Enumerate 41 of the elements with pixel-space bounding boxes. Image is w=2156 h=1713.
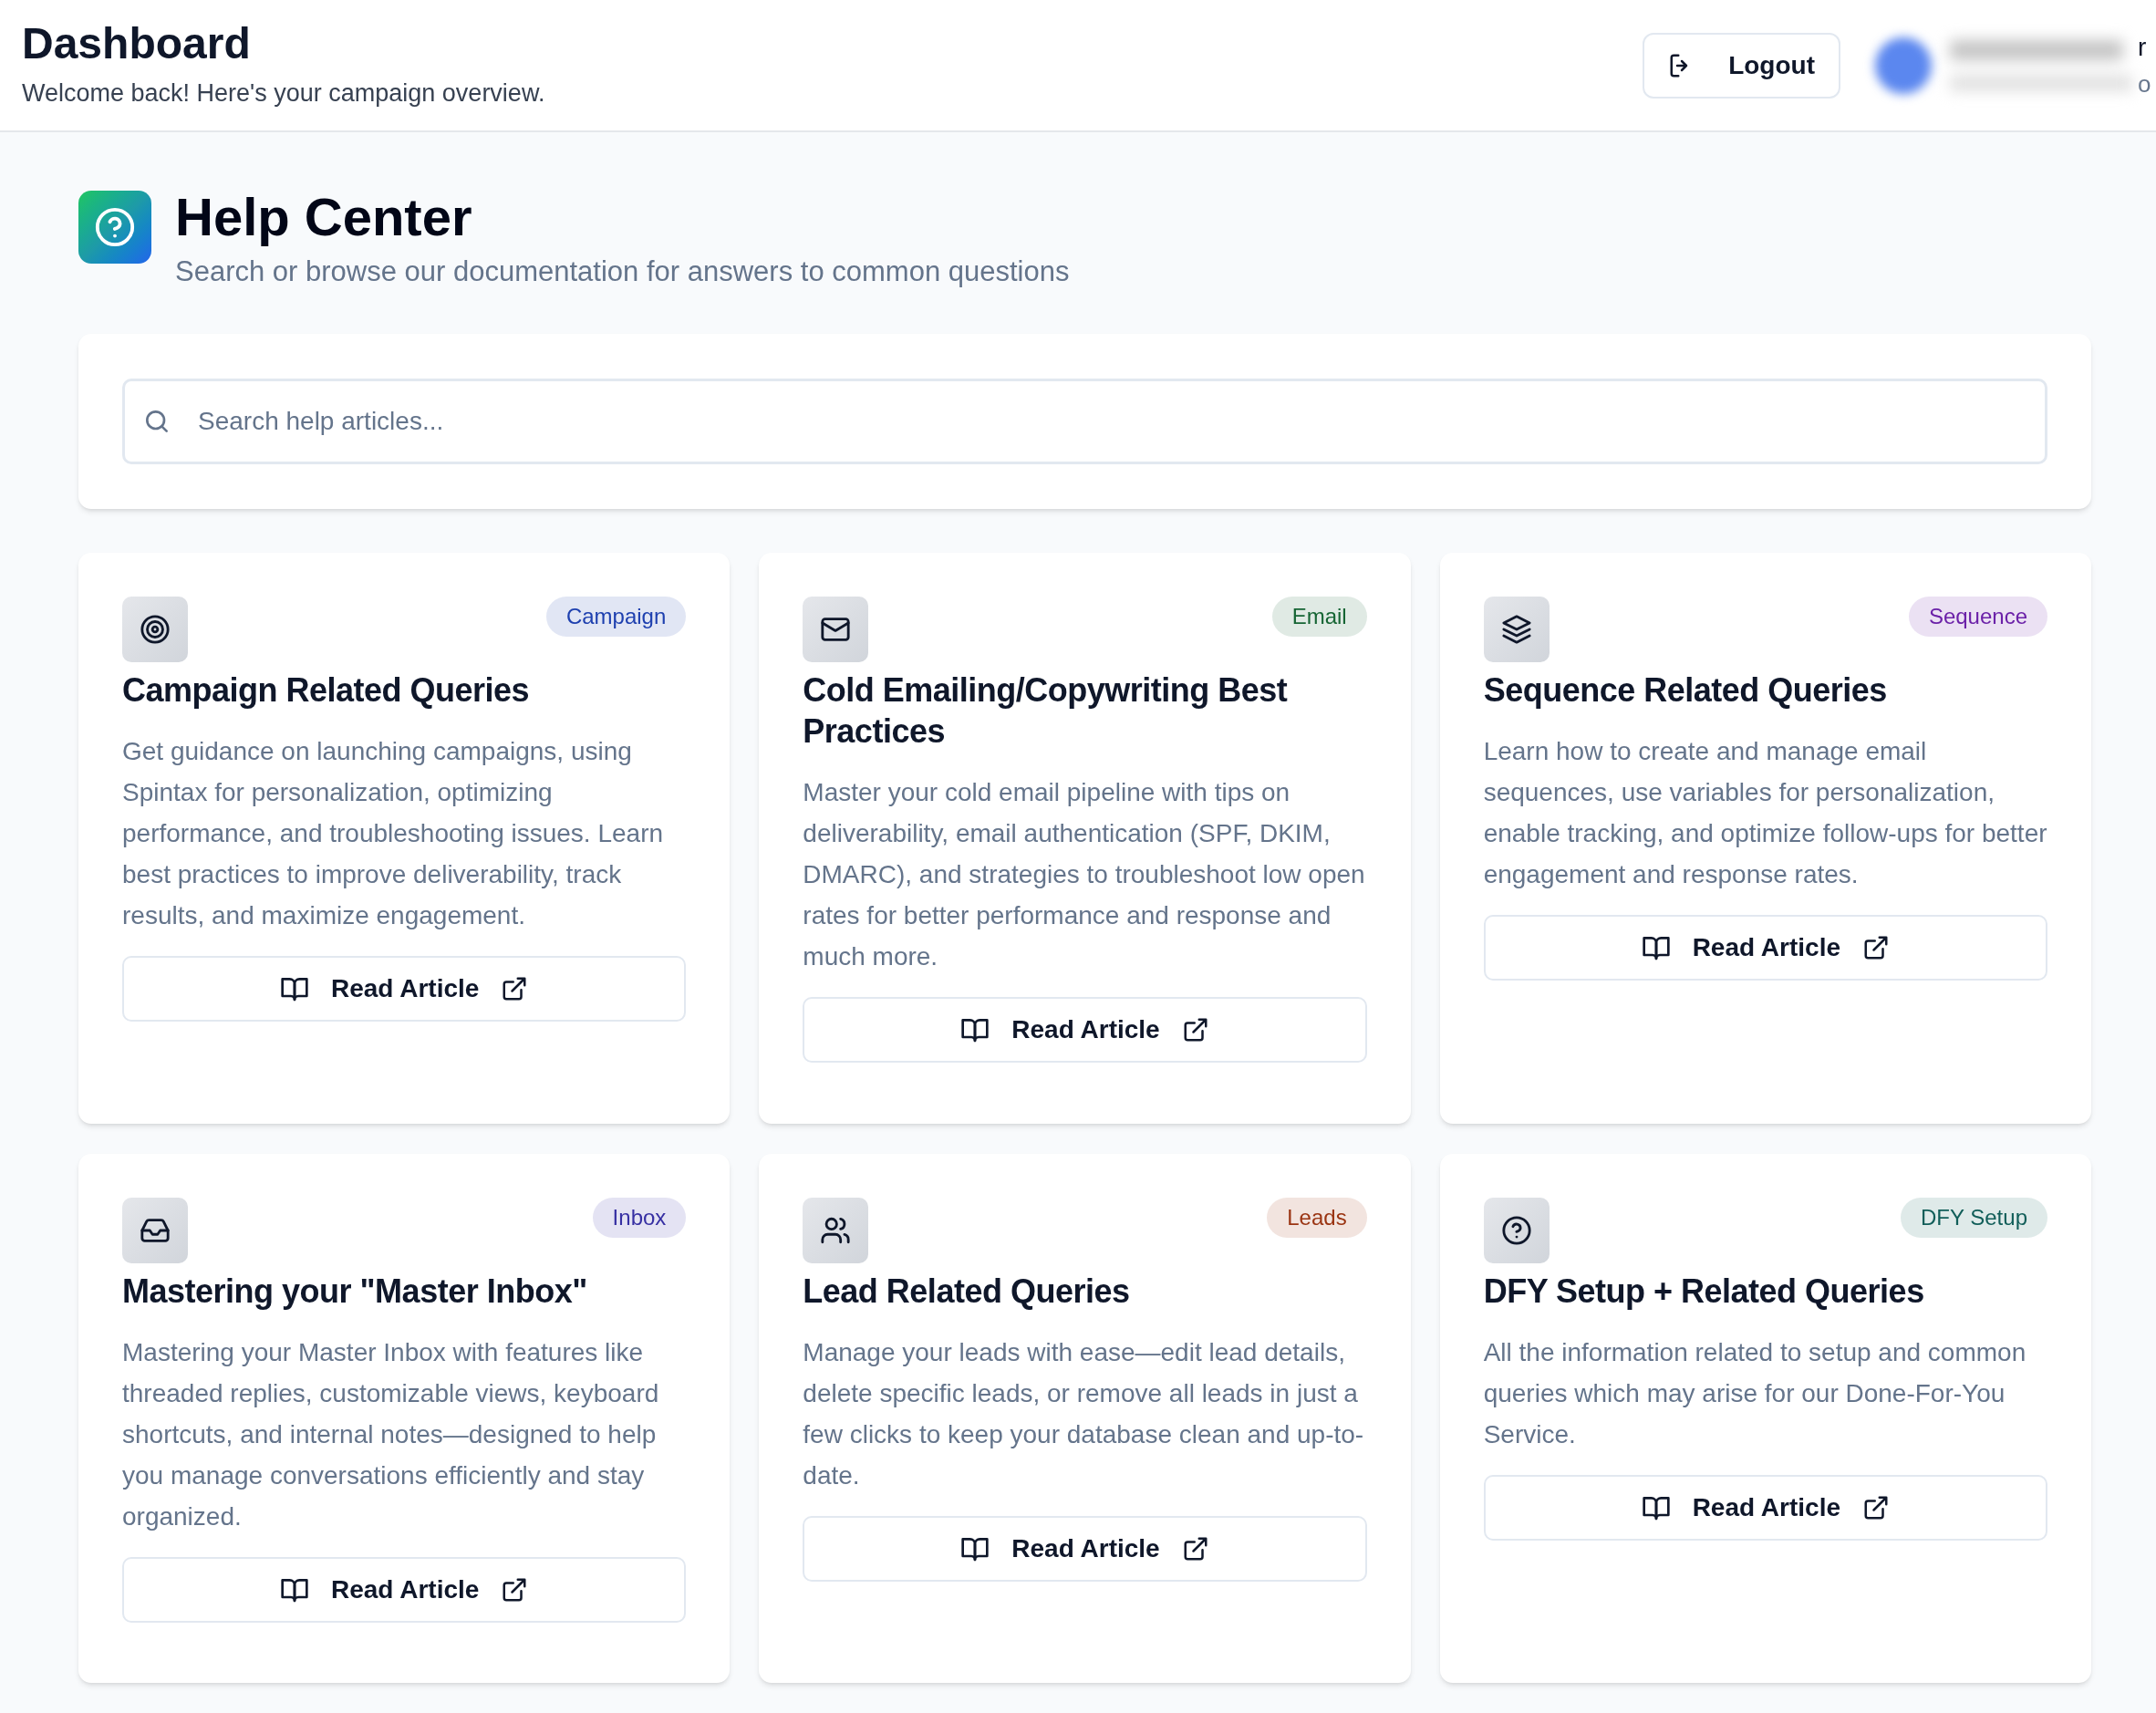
page-subtitle: Welcome back! Here's your campaign overview. — [22, 78, 545, 109]
article-title: Cold Emailing/Copywriting Best Practices — [803, 670, 1289, 752]
external-link-icon — [1862, 1493, 1890, 1521]
external-link-icon — [501, 1575, 529, 1604]
read-article-button[interactable]: Read Article — [1483, 1474, 2047, 1541]
external-link-icon — [1862, 933, 1890, 961]
blurred-avatar — [1875, 36, 1932, 94]
article-description: Mastering your Master Inbox with features like threaded replies, customizable views, keyboard shortcuts, and internal notes—designed to help you manage conversations efficiently and stay organized. — [122, 1336, 660, 1532]
article-description: Master your cold email pipeline with tips on deliverability, email authentication (SPF, DKIM, DMARC), and strategies to troubleshoot low open rates for better performance and response and much more. — [803, 776, 1366, 972]
article-description: Learn how to create and manage email sequences, use variables for personalization, enable tracking, and optimize follow-ups for better engagement and response rates. — [1483, 735, 2047, 890]
article-description: Get guidance on launching campaigns, using Spintax for personalization, optimizing performance, and troubleshooting issues. Learn best practices to improve deliverability, track results, and maximize engagement. — [122, 735, 665, 931]
help-center-title: Help Center — [175, 187, 473, 247]
category-badge: Campaign — [545, 596, 687, 637]
read-article-button[interactable]: Read Article — [122, 955, 687, 1022]
external-link-icon — [501, 974, 529, 1002]
help-icon — [94, 206, 136, 248]
target-icon — [140, 613, 171, 645]
article-title: DFY Setup + Related Queries — [1483, 1271, 1925, 1312]
article-title: Lead Related Queries — [803, 1271, 1131, 1312]
user-email: o — [2138, 68, 2152, 99]
category-badge: Sequence — [1908, 596, 2047, 637]
category-badge: DFY Setup — [1901, 1197, 2047, 1238]
layers-icon — [1500, 613, 1532, 645]
read-article-button[interactable]: Read Article — [803, 996, 1367, 1063]
read-article-button[interactable]: Read Article — [803, 1515, 1367, 1582]
category-badge: Inbox — [592, 1197, 687, 1238]
article-title: Sequence Related Queries — [1483, 670, 1888, 711]
help-center-subtitle: Search or browse our documentation for answers to common questions — [175, 254, 1070, 289]
user-name: r — [2138, 31, 2148, 63]
category-badge: Leads — [1267, 1197, 1367, 1238]
logout-button[interactable]: Logout — [1643, 32, 1840, 99]
search-field[interactable]: Search help articles... — [122, 378, 2047, 464]
read-article-button[interactable]: Read Article — [1483, 914, 2047, 981]
category-badge: Email — [1271, 596, 1367, 637]
help-icon — [1500, 1214, 1532, 1246]
article-title: Mastering your "Master Inbox" — [122, 1271, 588, 1312]
article-description: All the information related to setup and common queries which may arise for our Done-For-You Service. — [1483, 1336, 2027, 1450]
page-title: Dashboard — [22, 18, 252, 70]
read-article-button[interactable]: Read Article — [122, 1556, 687, 1623]
article-description: Manage your leads with ease—edit lead details, delete specific leads, or remove all leads in just a few clicks to keep your database clean and up-to-date. — [803, 1336, 1365, 1491]
article-title: Campaign Related Queries — [122, 670, 531, 711]
